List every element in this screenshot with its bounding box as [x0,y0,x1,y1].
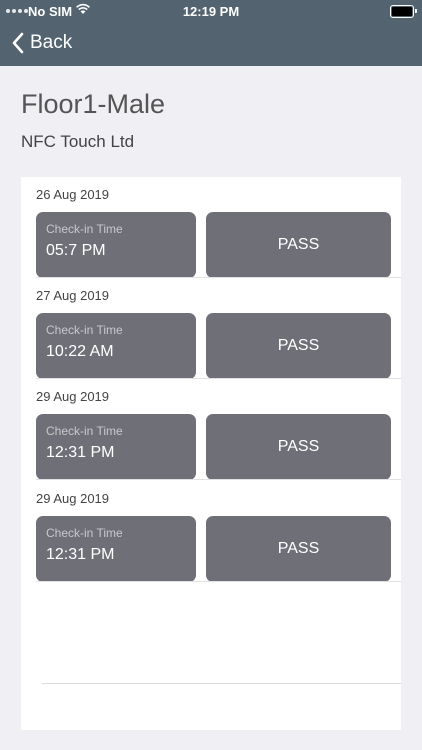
checkin-card[interactable]: Check-in Time 10:22 AM [36,313,196,379]
navigation-header: No SIM 12:19 PM Back [0,0,422,66]
checkin-label: Check-in Time [46,526,123,540]
pass-status-button[interactable]: PASS [206,212,391,278]
record-section: 29 Aug 2019 Check-in Time 12:31 PM PASS [21,481,401,582]
checkin-card[interactable]: Check-in Time 12:31 PM [36,516,196,582]
clock: 12:19 PM [182,4,240,19]
checkin-card[interactable]: Check-in Time 05:7 PM [36,212,196,278]
record-section: 27 Aug 2019 Check-in Time 10:22 AM PASS [21,278,401,379]
page-title: Floor1-Male [21,89,166,119]
pass-status-button[interactable]: PASS [206,414,391,480]
record-section: 29 Aug 2019 Check-in Time 12:31 PM PASS [21,379,401,480]
back-button[interactable]: Back [12,30,72,56]
record-date: 29 Aug 2019 [36,491,110,506]
record-section: 26 Aug 2019 Check-in Time 05:7 PM PASS [21,177,401,278]
back-label: Back [30,32,73,53]
records-list[interactable]: 26 Aug 2019 Check-in Time 05:7 PM PASS 2… [21,177,401,730]
checkin-time: 12:31 PM [46,444,115,461]
battery-icon [390,5,417,18]
checkin-card[interactable]: Check-in Time 12:31 PM [36,414,196,480]
record-date: 26 Aug 2019 [36,187,110,202]
status-bar: No SIM 12:19 PM [0,0,422,22]
page-subtitle: NFC Touch Ltd [21,132,135,151]
row-divider [36,581,401,582]
checkin-time: 12:31 PM [46,546,115,563]
row-divider [36,479,401,480]
checkin-time: 10:22 AM [46,343,114,360]
record-date: 29 Aug 2019 [36,389,110,404]
checkin-label: Check-in Time [46,323,123,337]
checkin-time: 05:7 PM [46,242,106,259]
pass-status-button[interactable]: PASS [206,313,391,379]
pass-status-button[interactable]: PASS [206,516,391,582]
list-footer-divider [42,683,401,684]
record-date: 27 Aug 2019 [36,288,110,303]
checkin-label: Check-in Time [46,424,123,438]
checkin-label: Check-in Time [46,222,123,236]
chevron-left-icon [12,32,24,54]
